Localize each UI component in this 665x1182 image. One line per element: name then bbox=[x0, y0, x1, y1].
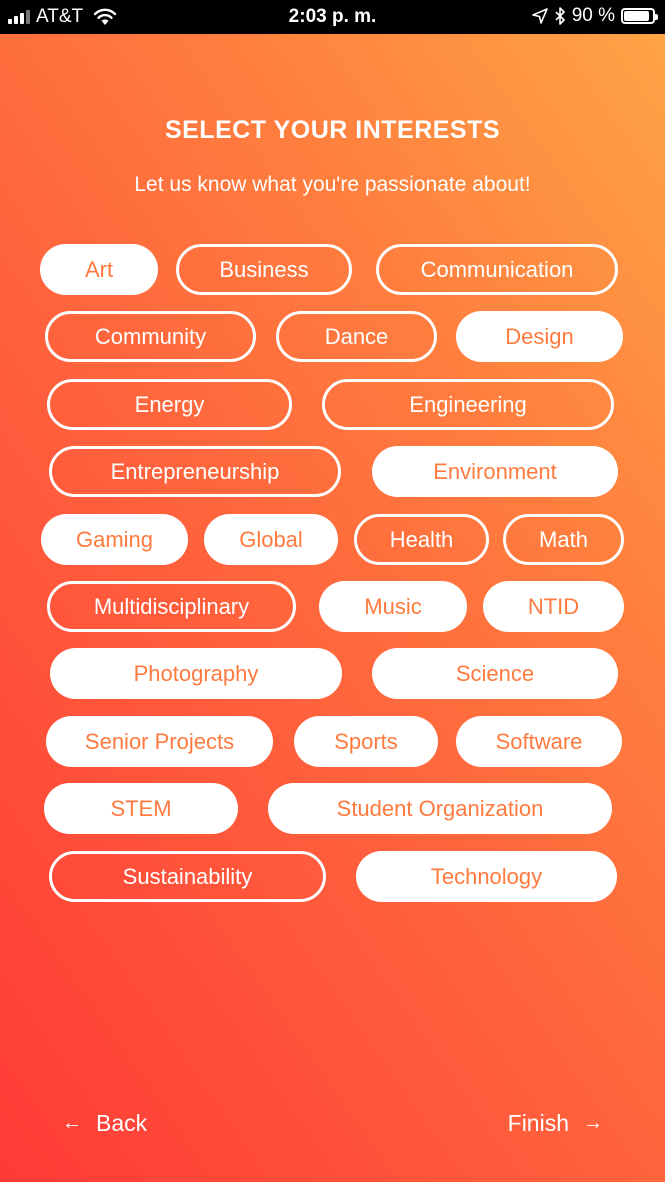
interest-chip-energy[interactable]: Energy bbox=[47, 379, 292, 430]
interest-chip-science[interactable]: Science bbox=[372, 648, 618, 699]
battery-level bbox=[624, 11, 649, 21]
arrow-left-icon: ← bbox=[62, 1112, 82, 1134]
arrow-right-icon: → bbox=[583, 1112, 603, 1134]
location-arrow-icon bbox=[531, 8, 548, 24]
status-bar: AT&T 2:03 p. m. 90 % bbox=[0, 0, 665, 34]
interest-chip-student-organization[interactable]: Student Organization bbox=[268, 783, 612, 834]
page-subtitle: Let us know what you're passionate about… bbox=[134, 173, 531, 196]
bluetooth-icon bbox=[555, 7, 565, 25]
interest-chip-gaming[interactable]: Gaming bbox=[41, 514, 188, 565]
interest-chip-software[interactable]: Software bbox=[456, 716, 622, 767]
interest-chip-math[interactable]: Math bbox=[503, 514, 624, 565]
finish-button[interactable]: Finish → bbox=[508, 1110, 603, 1137]
status-bar-right: 90 % bbox=[531, 5, 658, 27]
interest-chip-senior-projects[interactable]: Senior Projects bbox=[46, 716, 273, 767]
battery-percent: 90 % bbox=[571, 5, 615, 26]
interest-chip-global[interactable]: Global bbox=[204, 514, 338, 565]
back-button[interactable]: ← Back bbox=[62, 1110, 147, 1137]
interest-chip-health[interactable]: Health bbox=[354, 514, 489, 565]
interest-chip-community[interactable]: Community bbox=[45, 311, 256, 362]
interest-chip-design[interactable]: Design bbox=[456, 311, 623, 362]
interest-chip-sports[interactable]: Sports bbox=[294, 716, 438, 767]
interest-chip-stem[interactable]: STEM bbox=[44, 783, 238, 834]
interest-chip-technology[interactable]: Technology bbox=[356, 851, 617, 902]
interest-chip-communication[interactable]: Communication bbox=[376, 244, 618, 295]
interest-chip-dance[interactable]: Dance bbox=[276, 311, 437, 362]
interest-chip-multidisciplinary[interactable]: Multidisciplinary bbox=[47, 581, 296, 632]
interest-chip-engineering[interactable]: Engineering bbox=[322, 379, 614, 430]
interest-chip-music[interactable]: Music bbox=[319, 581, 467, 632]
interest-chip-art[interactable]: Art bbox=[40, 244, 158, 295]
interest-chip-ntid[interactable]: NTID bbox=[483, 581, 624, 632]
interest-chip-business[interactable]: Business bbox=[176, 244, 352, 295]
interest-chip-photography[interactable]: Photography bbox=[50, 648, 342, 699]
interest-chip-environment[interactable]: Environment bbox=[372, 446, 618, 497]
battery-icon bbox=[621, 8, 658, 24]
back-label: Back bbox=[96, 1110, 148, 1136]
page-title: SELECT YOUR INTERESTS bbox=[164, 116, 501, 144]
interest-chip-sustainability[interactable]: Sustainability bbox=[49, 851, 326, 902]
interest-chip-entrepreneurship[interactable]: Entrepreneurship bbox=[49, 446, 341, 497]
finish-label: Finish bbox=[507, 1110, 569, 1136]
